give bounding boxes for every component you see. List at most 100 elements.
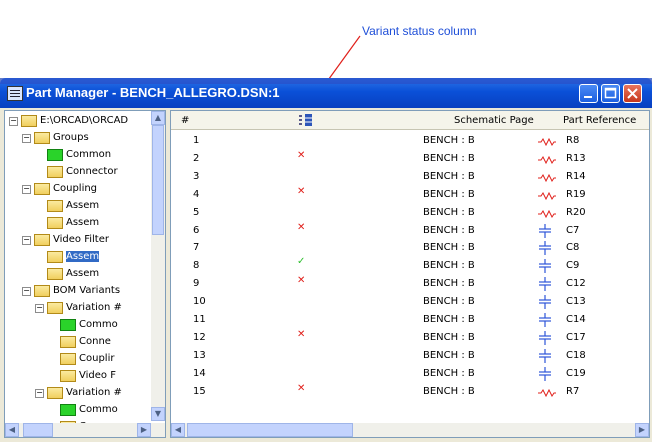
tree-hscroll-thumb[interactable] [23, 423, 53, 437]
tree-expander-icon[interactable]: − [22, 134, 31, 143]
column-header-schematic-page[interactable]: Schematic Page [454, 115, 534, 126]
tree-expander-icon[interactable]: − [22, 287, 31, 296]
table-row[interactable]: 4 BENCH : B R19 ✕ [171, 186, 649, 204]
parts-list-pane[interactable]: # Schematic Page Part Reference 1 BENCH :… [170, 110, 650, 438]
tree-expander-icon[interactable]: − [22, 236, 31, 245]
table-row-number: 5 [193, 206, 200, 218]
capacitor-icon [539, 330, 551, 345]
folder-icon [60, 336, 76, 348]
table-row[interactable]: 1 BENCH : B R8 [171, 132, 649, 150]
tree-item-label: Assem [66, 200, 100, 211]
folder-icon [47, 251, 63, 263]
minimize-icon [584, 96, 592, 98]
table-row[interactable]: 12 BENCH : B C17 ✕ [171, 329, 649, 347]
table-row-schematic-page: BENCH : B [423, 170, 475, 182]
maximize-icon [604, 87, 617, 99]
folder-icon [60, 370, 76, 382]
variant-status-column-icon[interactable] [299, 114, 313, 126]
table-row[interactable]: 14 BENCH : B C19 [171, 365, 649, 383]
table-row-part-reference: C14 [566, 314, 586, 325]
table-row[interactable]: 3 BENCH : B R14 [171, 168, 649, 186]
table-row-number: 15 [193, 385, 206, 397]
title-bar-overlap [0, 78, 652, 84]
tree-pane[interactable]: − E:\ORCAD\ORCAD − Groups Common Connector − Co… [4, 110, 166, 438]
tree-item-label: E:\ORCAD\ORCAD [40, 115, 129, 126]
table-row-number: 2 [193, 152, 200, 164]
folder-icon [47, 302, 63, 314]
table-row-schematic-page: BENCH : B [423, 349, 475, 361]
table-row-number: 14 [193, 367, 206, 379]
title-bar[interactable]: Part Manager - BENCH_ALLEGRO.DSN:1 [0, 78, 652, 108]
table-row-number: 6 [193, 224, 200, 236]
resistor-icon [538, 388, 556, 397]
tree-expander-icon[interactable]: − [35, 389, 44, 398]
tree-item-label: Variation # [66, 387, 122, 398]
tree-scroll-thumb[interactable] [152, 125, 164, 235]
list-scroll-left-button[interactable]: ◀ [171, 423, 185, 437]
close-icon [627, 88, 638, 99]
minimize-button[interactable] [579, 84, 598, 103]
tree-item-label: BOM Variants [53, 285, 121, 296]
close-button[interactable] [623, 84, 642, 103]
folder-icon [47, 200, 63, 212]
tree-expander-icon[interactable]: − [22, 185, 31, 194]
variant-excluded-icon: ✕ [297, 221, 306, 233]
table-row[interactable]: 2 BENCH : B R13 ✕ [171, 150, 649, 168]
tree-item-label: Groups [53, 132, 89, 143]
table-row[interactable]: 6 BENCH : B C7 ✕ [171, 222, 649, 240]
variant-excluded-icon: ✕ [297, 275, 306, 287]
table-row-schematic-page: BENCH : B [423, 260, 475, 272]
table-row[interactable]: 11 BENCH : B C14 [171, 311, 649, 329]
column-header-number[interactable]: # [181, 115, 189, 126]
tree-item-label: Assem [66, 251, 100, 262]
folder-icon [47, 217, 63, 229]
table-row[interactable]: 8 BENCH : B C9 ✓ [171, 256, 649, 275]
variant-excluded-icon: ✕ [297, 185, 306, 197]
table-row-schematic-page: BENCH : B [423, 367, 475, 379]
table-row-part-reference: C19 [566, 367, 586, 379]
folder-icon [34, 183, 50, 195]
table-row-part-reference: R8 [566, 135, 580, 146]
tree-horizontal-scrollbar[interactable]: ◀ ▶ [5, 423, 165, 437]
tree-item-label: Coupling [53, 183, 98, 194]
list-horizontal-scrollbar[interactable]: ◀ ▶ [171, 423, 649, 437]
tree-vertical-scrollbar[interactable]: ▲ ▼ [151, 111, 165, 421]
table-row[interactable]: 9 BENCH : B C12 ✕ [171, 275, 649, 293]
list-hscroll-thumb[interactable] [187, 423, 353, 437]
tree-item-label: Conne [79, 336, 111, 347]
table-row-schematic-page: BENCH : B [423, 135, 475, 146]
folder-icon [21, 115, 37, 127]
table-row-schematic-page: BENCH : B [423, 278, 475, 290]
folder-icon [47, 149, 63, 161]
capacitor-icon [539, 313, 551, 327]
column-header-part-reference[interactable]: Part Reference [563, 115, 636, 126]
table-row[interactable]: 10 BENCH : B C13 [171, 293, 649, 311]
tree-expander-icon[interactable]: − [9, 117, 18, 126]
table-row-number: 9 [193, 278, 200, 290]
table-row-part-reference: C17 [566, 331, 586, 343]
maximize-button[interactable] [601, 84, 620, 103]
table-row-part-reference: R20 [566, 206, 586, 218]
tree-item-label: Couplir [79, 353, 115, 364]
table-row[interactable]: 13 BENCH : B C18 [171, 347, 649, 365]
table-row-number: 12 [193, 331, 206, 343]
tree-expander-icon[interactable]: − [35, 304, 44, 313]
table-row[interactable]: 5 BENCH : B R20 [171, 204, 649, 222]
table-row-schematic-page: BENCH : B [423, 188, 475, 200]
scroll-down-button[interactable]: ▼ [151, 407, 165, 421]
capacitor-icon [539, 366, 551, 381]
table-row-number: 1 [193, 135, 200, 146]
folder-icon [47, 268, 63, 280]
table-row[interactable]: 15 BENCH : B R7 ✕ [171, 383, 649, 401]
list-scroll-right-button[interactable]: ▶ [635, 423, 649, 437]
table-row-schematic-page: BENCH : B [423, 224, 475, 236]
scroll-left-button[interactable]: ◀ [5, 423, 19, 437]
folder-icon [60, 404, 76, 416]
scroll-up-button[interactable]: ▲ [151, 111, 165, 125]
table-row-number: 7 [193, 242, 200, 254]
variant-ok-icon: ✓ [297, 256, 306, 268]
scroll-right-button[interactable]: ▶ [137, 423, 151, 437]
table-row[interactable]: 7 BENCH : B C8 [171, 239, 649, 257]
table-row-part-reference: C18 [566, 349, 586, 361]
table-row-part-reference: C8 [566, 242, 580, 254]
